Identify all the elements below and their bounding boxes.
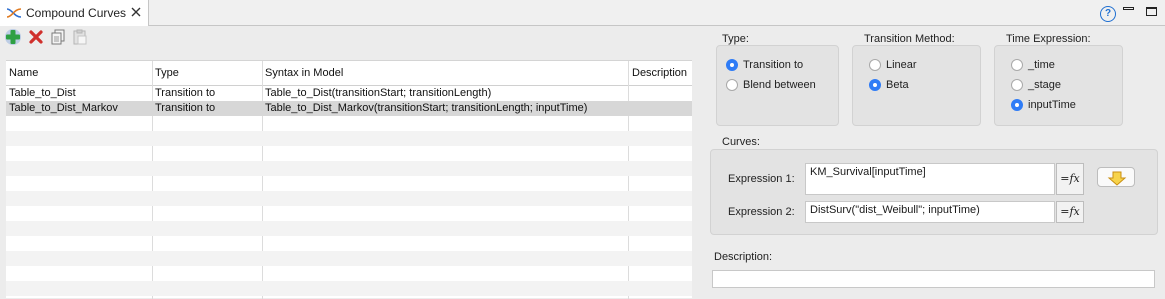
description-label: Description: — [714, 251, 773, 263]
cell-syntax: Table_to_Dist(transitionStart; transitio… — [265, 87, 492, 99]
table-header: Name Type Syntax in Model Description — [6, 61, 692, 86]
radio-linear[interactable] — [869, 59, 881, 71]
cell-name: Table_to_Dist_Markov — [9, 102, 118, 114]
cell-name: Table_to_Dist — [9, 87, 76, 99]
tab-bar: Compound Curves ? — [0, 0, 1165, 26]
radio-label-input-time[interactable]: inputTime — [1028, 99, 1076, 111]
properties-panel: Type: Transition to Blend between Transi… — [692, 26, 1165, 298]
close-icon[interactable] — [129, 5, 143, 19]
radio-transition-to[interactable] — [726, 59, 738, 71]
empty-row[interactable] — [6, 281, 692, 296]
time-group: _time _stage inputTime — [994, 45, 1123, 126]
column-header-syntax[interactable]: Syntax in Model — [265, 67, 343, 79]
curves-label: Curves: — [722, 136, 760, 148]
radio-stage[interactable] — [1011, 79, 1023, 91]
column-header-type[interactable]: Type — [155, 67, 179, 79]
tab-compound-curves[interactable]: Compound Curves — [0, 0, 149, 26]
empty-row[interactable] — [6, 131, 692, 146]
radio-label-time[interactable]: _time — [1028, 59, 1055, 71]
radio-label-stage[interactable]: _stage — [1028, 79, 1061, 91]
radio-time[interactable] — [1011, 59, 1023, 71]
cell-type: Transition to — [155, 87, 216, 99]
radio-beta[interactable] — [869, 79, 881, 91]
radio-input-time[interactable] — [1011, 99, 1023, 111]
empty-row[interactable] — [6, 191, 692, 206]
minimize-icon[interactable] — [1123, 7, 1134, 10]
radio-label-transition-to[interactable]: Transition to — [743, 59, 803, 71]
move-down-button[interactable] — [1097, 167, 1135, 187]
compound-curves-table: Name Type Syntax in Model Description Ta… — [6, 60, 692, 299]
radio-label-linear[interactable]: Linear — [886, 59, 917, 71]
curves-group: Expression 1: KM_Survival[inputTime] =fx… — [710, 149, 1158, 235]
help-icon[interactable]: ? — [1100, 6, 1116, 22]
paste-icon[interactable] — [71, 28, 89, 46]
table-row-selected[interactable]: Table_to_Dist_Markov Transition to Table… — [6, 101, 692, 116]
radio-label-beta[interactable]: Beta — [886, 79, 909, 91]
column-header-description[interactable]: Description — [632, 67, 692, 79]
compound-curves-icon — [6, 8, 22, 18]
type-group-label: Type: — [722, 33, 749, 45]
expression2-fx-button[interactable]: =fx — [1056, 201, 1084, 223]
expression1-field[interactable]: KM_Survival[inputTime] — [805, 163, 1055, 195]
delete-icon[interactable] — [27, 28, 45, 46]
copy-icon[interactable] — [49, 28, 67, 46]
arrow-down-icon — [1107, 171, 1127, 186]
radio-blend-between[interactable] — [726, 79, 738, 91]
cell-syntax: Table_to_Dist_Markov(transitionStart; tr… — [265, 102, 588, 114]
add-icon[interactable] — [4, 28, 22, 46]
radio-label-blend-between[interactable]: Blend between — [743, 79, 816, 91]
cell-type: Transition to — [155, 102, 216, 114]
empty-row[interactable] — [6, 161, 692, 176]
table-row[interactable]: Table_to_Dist Transition to Table_to_Dis… — [6, 86, 692, 101]
empty-row[interactable] — [6, 221, 692, 236]
expression1-fx-button[interactable]: =fx — [1056, 163, 1084, 195]
type-group: Transition to Blend between — [716, 45, 839, 126]
time-group-label: Time Expression: — [1006, 33, 1091, 45]
method-group: Linear Beta — [852, 45, 981, 126]
expression2-field[interactable]: DistSurv("dist_Weibull"; inputTime) — [805, 201, 1055, 223]
method-group-label: Transition Method: — [864, 33, 955, 45]
expression1-label: Expression 1: — [728, 173, 795, 185]
maximize-icon[interactable] — [1146, 7, 1157, 16]
description-field[interactable] — [712, 270, 1155, 288]
column-header-name[interactable]: Name — [9, 67, 38, 79]
empty-row[interactable] — [6, 251, 692, 266]
tab-title: Compound Curves — [26, 6, 127, 20]
expression2-label: Expression 2: — [728, 206, 795, 218]
